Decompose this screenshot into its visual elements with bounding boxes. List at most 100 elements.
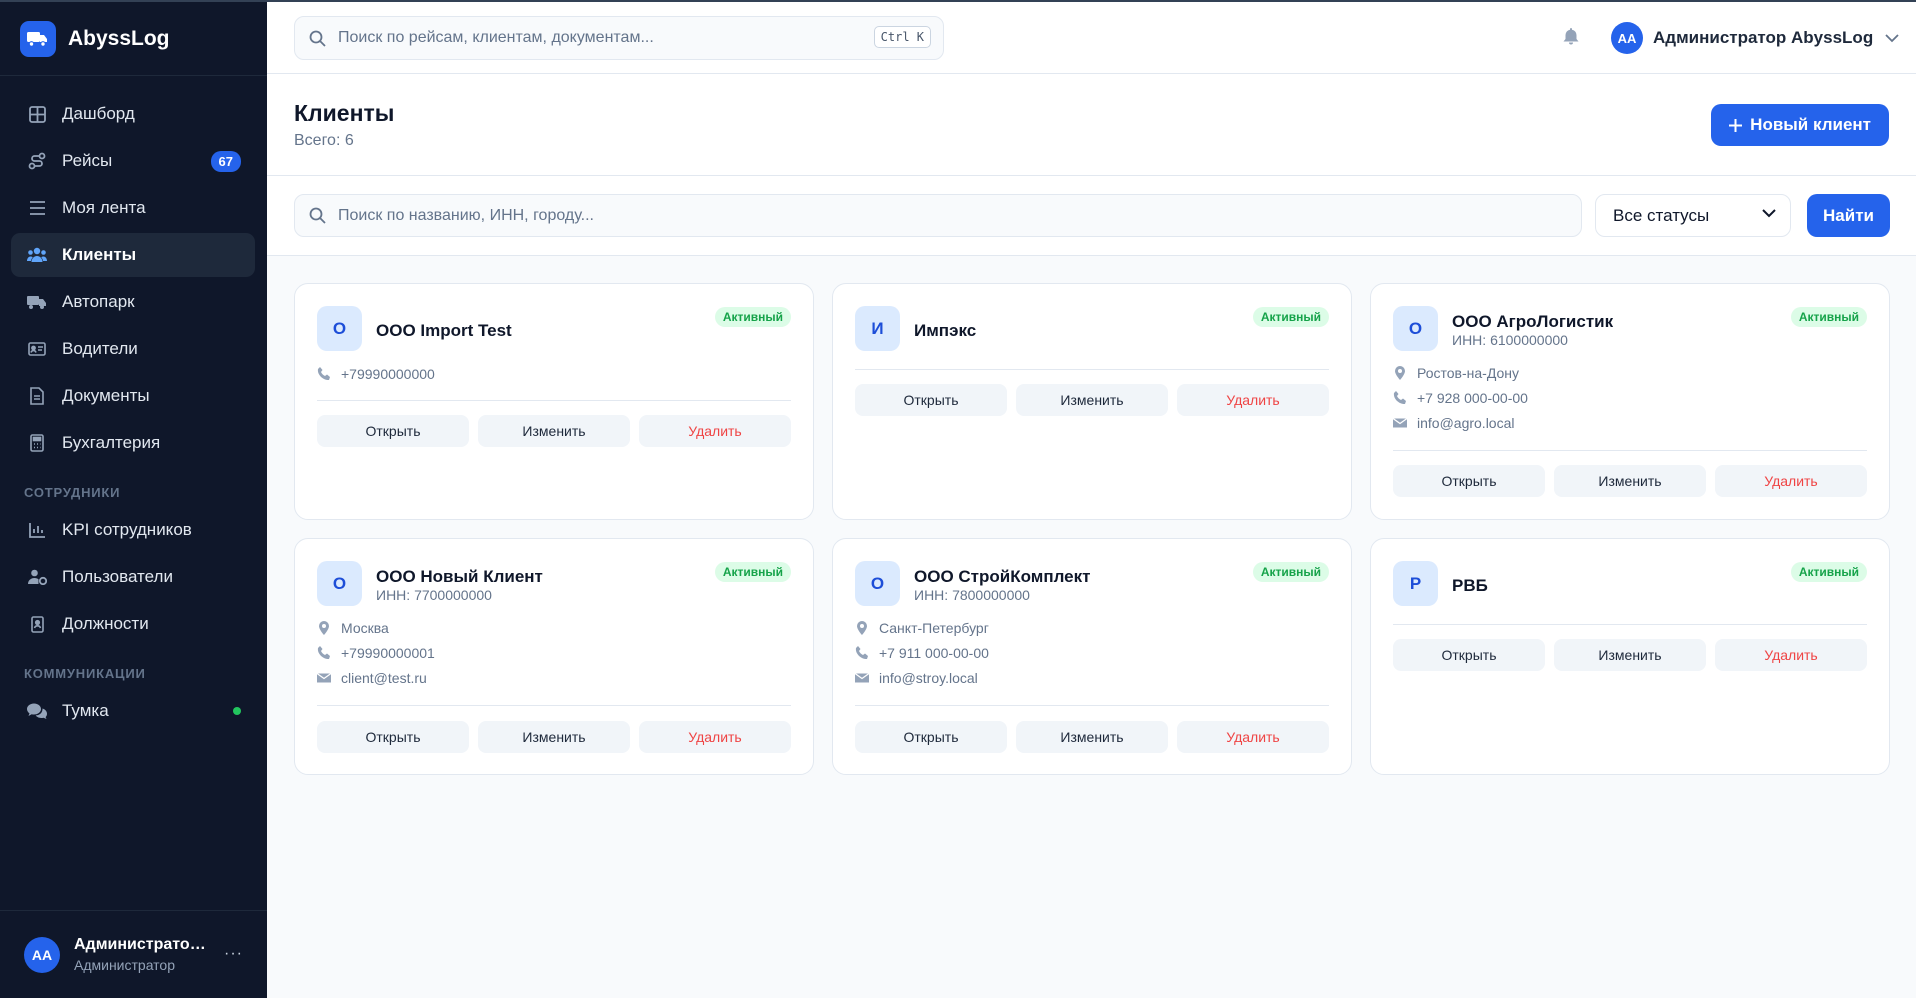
envelope-icon (855, 672, 869, 683)
delete-client-button[interactable]: Удалить (1177, 721, 1329, 753)
new-client-label: Новый клиент (1750, 115, 1871, 134)
sidebar-user-role: Администратор (74, 957, 176, 973)
sidebar-item-users[interactable]: Пользователи (11, 555, 255, 599)
map-pin-icon (319, 621, 329, 635)
delete-client-button[interactable]: Удалить (639, 415, 791, 447)
chevron-down-icon (1762, 209, 1776, 218)
client-search-input[interactable]: Поиск по названию, ИНН, городу... (294, 194, 1582, 237)
client-phone-value: +7 928 000-00-00 (1417, 390, 1528, 406)
sidebar-item-accounting[interactable]: Бухгалтерия (11, 421, 255, 465)
global-search-placeholder: Поиск по рейсам, клиентам, документам... (338, 29, 654, 46)
more-options-icon[interactable]: ··· (224, 945, 243, 963)
online-status-dot (233, 707, 241, 715)
client-phone-value: +79990000000 (341, 366, 435, 382)
page-header: Клиенты Всего: 6 Новый клиент (267, 74, 1916, 176)
client-initial-avatar: О (317, 306, 362, 351)
sidebar-item-label: Клиенты (62, 245, 137, 264)
sidebar-item-label: Тумка (62, 701, 109, 720)
sidebar-item-trips[interactable]: Рейсы 67 (11, 139, 255, 183)
open-client-button[interactable]: Открыть (1393, 639, 1545, 671)
open-client-button[interactable]: Открыть (855, 721, 1007, 753)
bell-icon[interactable] (1563, 28, 1579, 50)
sidebar: AbyssLog Дашборд Рейсы 67 Моя лента Клие… (0, 0, 267, 998)
sidebar-item-clients[interactable]: Клиенты (11, 233, 255, 277)
topbar: Поиск по рейсам, клиентам, документам...… (267, 0, 1916, 74)
status-badge: Активный (714, 562, 791, 582)
envelope-icon (317, 672, 331, 683)
chevron-down-icon (1885, 33, 1899, 42)
status-select[interactable]: Все статусы (1595, 194, 1791, 237)
avatar: AA (24, 936, 60, 973)
edit-client-button[interactable]: Изменить (1016, 384, 1168, 416)
total-count: Всего: 6 (294, 132, 354, 149)
client-name[interactable]: РВБ (1452, 576, 1488, 596)
edit-client-button[interactable]: Изменить (478, 415, 630, 447)
sidebar-item-label: Автопарк (62, 292, 135, 311)
client-name[interactable]: ООО АгроЛогистик (1452, 312, 1613, 332)
delete-client-button[interactable]: Удалить (639, 721, 791, 753)
delete-client-button[interactable]: Удалить (1177, 384, 1329, 416)
client-initial-avatar: О (317, 561, 362, 606)
client-email: info@agro.local (1393, 415, 1515, 431)
client-initial-avatar: О (855, 561, 900, 606)
client-name[interactable]: ООО Новый Клиент (376, 567, 543, 587)
sidebar-item-label: Пользователи (62, 567, 173, 586)
document-icon (26, 385, 48, 407)
client-name[interactable]: ООО Import Test (376, 321, 512, 341)
brand-name: AbyssLog (68, 26, 170, 50)
sidebar-item-dashboard[interactable]: Дашборд (11, 92, 255, 136)
brand[interactable]: AbyssLog (0, 2, 267, 76)
sidebar-item-feed[interactable]: Моя лента (11, 186, 255, 230)
client-card: О ООО АгроЛогистик ИНН: 6100000000 Актив… (1370, 283, 1890, 520)
sidebar-item-chat[interactable]: Тумка (11, 689, 255, 733)
sidebar-item-label: Должности (62, 614, 149, 633)
delete-client-button[interactable]: Удалить (1715, 639, 1867, 671)
client-phone: +79990000000 (317, 366, 435, 382)
users-icon (26, 244, 48, 266)
card-divider (1393, 450, 1867, 451)
sidebar-item-label: Документы (62, 386, 150, 405)
sidebar-item-kpi[interactable]: KPI сотрудников (11, 508, 255, 552)
client-name[interactable]: Импэкс (914, 321, 976, 341)
user-menu[interactable]: AA Администратор AbyssLog (1611, 22, 1899, 54)
client-city: Ростов-на-Дону (1393, 365, 1519, 381)
open-client-button[interactable]: Открыть (1393, 465, 1545, 497)
sidebar-item-documents[interactable]: Документы (11, 374, 255, 418)
client-email: client@test.ru (317, 670, 427, 686)
edit-client-button[interactable]: Изменить (1554, 465, 1706, 497)
client-phone: +79990000001 (317, 645, 435, 661)
sidebar-item-drivers[interactable]: Водители (11, 327, 255, 371)
client-city-value: Санкт-Петербург (879, 620, 989, 636)
id-card-icon (26, 338, 48, 360)
sidebar-item-positions[interactable]: Должности (11, 602, 255, 646)
search-icon (309, 207, 326, 224)
global-search-input[interactable]: Поиск по рейсам, клиентам, документам...… (294, 16, 944, 60)
sidebar-item-fleet[interactable]: Автопарк (11, 280, 255, 324)
client-phone-value: +79990000001 (341, 645, 435, 661)
client-email-value: client@test.ru (341, 670, 427, 686)
delete-client-button[interactable]: Удалить (1715, 465, 1867, 497)
client-email-value: info@stroy.local (879, 670, 978, 686)
shortcut-hint: Ctrl K (873, 26, 931, 48)
phone-icon (317, 646, 330, 660)
edit-client-button[interactable]: Изменить (1016, 721, 1168, 753)
client-initial-avatar: И (855, 306, 900, 351)
chat-bubbles-icon (26, 700, 48, 722)
edit-client-button[interactable]: Изменить (478, 721, 630, 753)
page-title: Клиенты (294, 100, 395, 126)
open-client-button[interactable]: Открыть (855, 384, 1007, 416)
client-city-value: Москва (341, 620, 389, 636)
client-city-value: Ростов-на-Дону (1417, 365, 1519, 381)
open-client-button[interactable]: Открыть (317, 415, 469, 447)
phone-icon (855, 646, 868, 660)
sidebar-user-profile[interactable]: AA Администратор AbyssLog Администратор … (0, 910, 267, 998)
filter-bar: Поиск по названию, ИНН, городу... Все ст… (267, 176, 1916, 256)
phone-icon (317, 367, 330, 381)
new-client-button[interactable]: Новый клиент (1711, 104, 1889, 146)
client-search-placeholder: Поиск по названию, ИНН, городу... (338, 206, 594, 224)
edit-client-button[interactable]: Изменить (1554, 639, 1706, 671)
open-client-button[interactable]: Открыть (317, 721, 469, 753)
find-button[interactable]: Найти (1807, 194, 1890, 237)
client-name[interactable]: ООО СтройКомплект (914, 567, 1090, 587)
client-card: О ООО Новый Клиент ИНН: 7700000000 Актив… (294, 538, 814, 775)
